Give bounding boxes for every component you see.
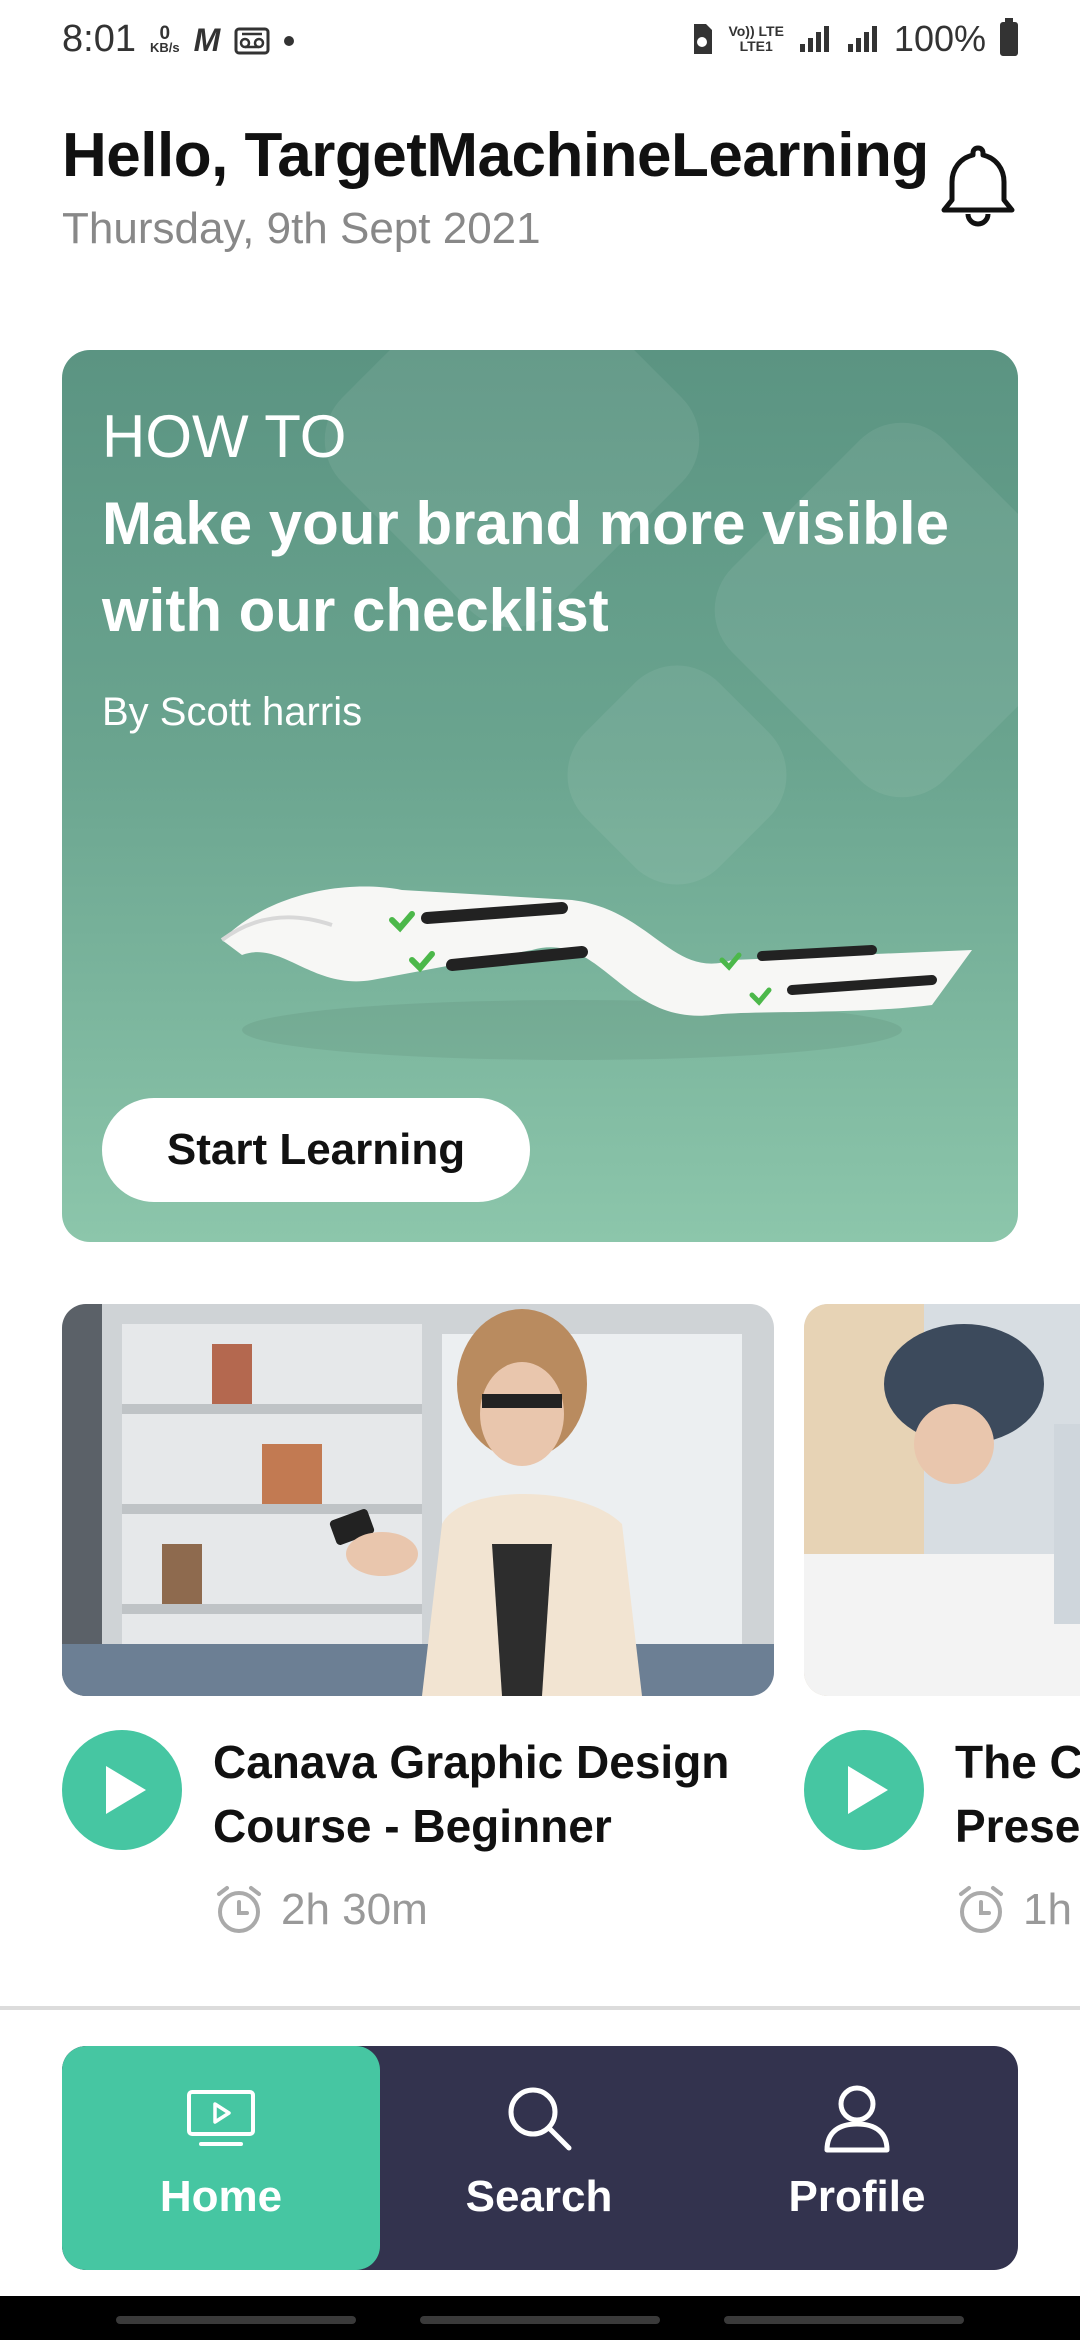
alarm-clock-icon: [217, 1886, 261, 1933]
play-button[interactable]: [804, 1730, 924, 1850]
system-nav-bar: [0, 2296, 1080, 2340]
signal-icon: [799, 26, 829, 52]
play-button[interactable]: [62, 1730, 182, 1850]
nav-search-label: Search: [465, 2172, 613, 2221]
course-card[interactable]: Canava Graphic Design Course - Beginner …: [62, 1304, 774, 1964]
network-speed: 0 KB/s: [150, 22, 180, 55]
more-notifications-dot: [284, 35, 295, 46]
course-photo: [804, 1304, 1080, 1696]
hero-title: Make your brand more visible with our ch…: [102, 490, 949, 644]
sim-icon: [694, 24, 713, 54]
tv-play-icon: [187, 2090, 255, 2146]
system-nav-back[interactable]: [724, 2316, 964, 2324]
status-right-icons: Vo)) LTE LTE1 100%: [690, 18, 1018, 60]
bell-icon[interactable]: [938, 142, 1018, 228]
signal-icon-2: [847, 26, 877, 52]
start-learning-button[interactable]: Start Learning: [102, 1098, 530, 1202]
hero-kicker: HOW TO: [102, 403, 347, 470]
course-title-line2: Course - Beginner: [213, 1800, 612, 1852]
status-time: 8:01: [62, 18, 136, 60]
course-photo: [62, 1304, 774, 1696]
system-nav-recents[interactable]: [116, 2316, 356, 2324]
featured-card[interactable]: HOW TO Make your brand more visible with…: [62, 350, 1018, 1242]
bottom-nav: Home Search Profile: [62, 2046, 1018, 2270]
course-title-line1: The Co: [955, 1736, 1080, 1788]
user-icon: [824, 2085, 890, 2153]
status-left-icons: 0 KB/s M: [150, 22, 295, 59]
search-icon: [508, 2087, 572, 2151]
volte-top: Vo)) LTE: [728, 23, 784, 39]
course-title: The Co Presen: [955, 1730, 1080, 1858]
nav-home[interactable]: Home: [62, 2046, 380, 2270]
course-duration-text: 2h 30m: [281, 1885, 428, 1934]
checklist-illustration: [220, 886, 972, 1060]
network-speed-unit: KB/s: [150, 39, 180, 55]
nav-home-label: Home: [159, 2172, 283, 2221]
volte-indicator: Vo)) LTE LTE1: [728, 24, 783, 54]
greeting-title: Hello, TargetMachineLearning: [62, 121, 929, 190]
current-date: Thursday, 9th Sept 2021: [62, 204, 541, 253]
battery-percent: 100%: [893, 18, 986, 59]
nav-search[interactable]: Search: [380, 2046, 698, 2270]
alarm-clock-icon: [959, 1886, 1003, 1933]
volte-bottom: LTE1: [739, 38, 773, 54]
battery-icon: [1000, 18, 1018, 56]
course-card[interactable]: The Co Presen 1h: [804, 1304, 1080, 1964]
course-title-line2: Presen: [955, 1800, 1080, 1852]
course-thumbnail[interactable]: [62, 1304, 774, 1696]
course-thumbnail[interactable]: [804, 1304, 1080, 1696]
course-duration-text: 1h: [1023, 1885, 1072, 1934]
course-carousel[interactable]: Canava Graphic Design Course - Beginner …: [62, 1304, 1080, 1964]
course-title: Canava Graphic Design Course - Beginner: [213, 1730, 773, 1858]
course-duration: 2h 30m: [213, 1884, 428, 1936]
nav-profile-label: Profile: [788, 2172, 926, 2221]
nav-profile[interactable]: Profile: [698, 2046, 1016, 2270]
course-duration: 1h: [955, 1884, 1072, 1936]
course-title-line1: Canava Graphic Design: [213, 1736, 730, 1788]
status-bar: 8:01 0 KB/s M Vo)) LTE LTE1 100%: [0, 0, 1080, 84]
divider: [0, 2006, 1080, 2010]
voicemail-icon: [234, 27, 270, 54]
system-nav-home[interactable]: [420, 2316, 660, 2324]
hero-author: By Scott harris: [102, 690, 363, 734]
app-notification-icon: M: [193, 22, 221, 58]
network-speed-value: 0: [159, 22, 171, 44]
